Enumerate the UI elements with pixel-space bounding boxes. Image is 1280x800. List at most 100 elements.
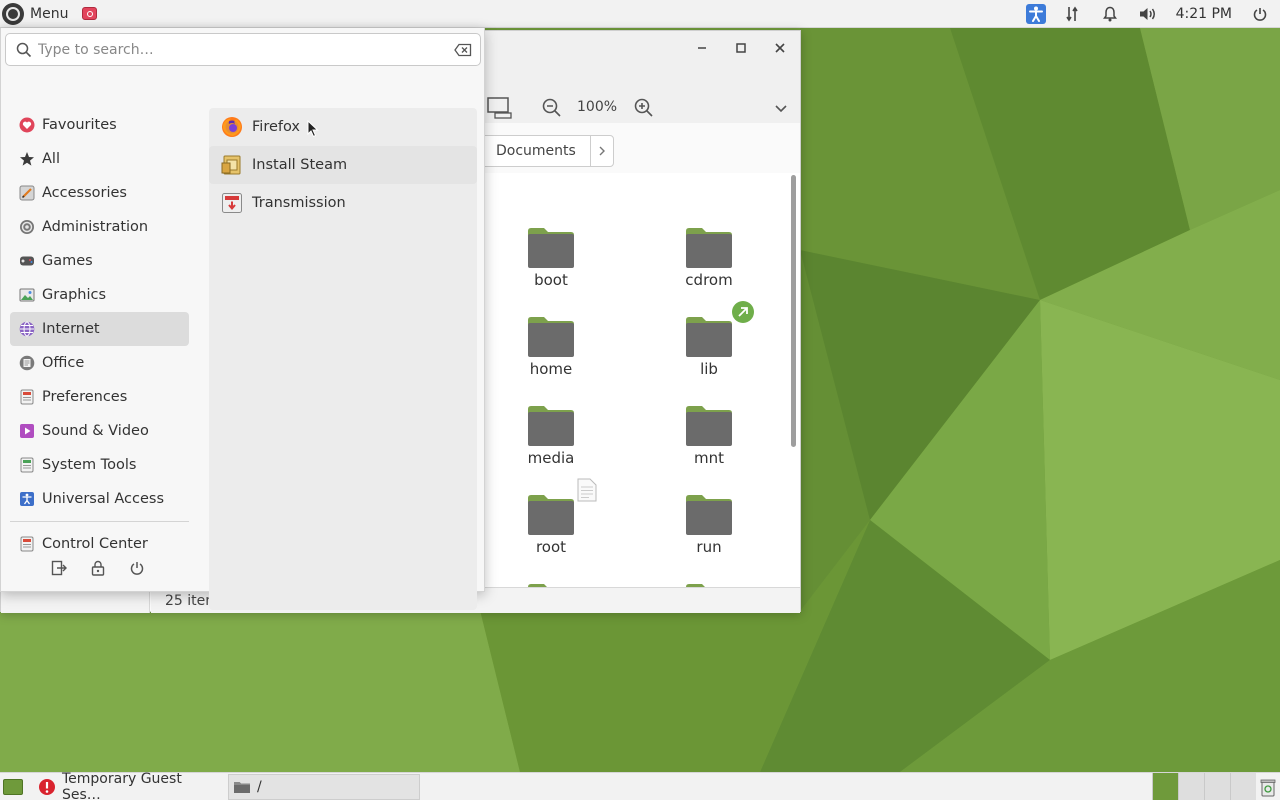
zoom-out-icon[interactable] (541, 97, 563, 119)
network-indicator-icon[interactable] (1062, 0, 1082, 28)
scrollbar[interactable] (790, 175, 798, 585)
zoom-in-icon[interactable] (633, 97, 655, 119)
category-administration[interactable]: Administration (10, 210, 189, 244)
folder-root[interactable]: root (491, 478, 611, 556)
universal-access-icon (19, 491, 35, 507)
folder-icon (491, 403, 611, 447)
category-label: Office (42, 355, 85, 371)
chevron-down-icon[interactable] (771, 99, 791, 117)
volume-icon[interactable] (1138, 0, 1158, 28)
system-tools-icon (19, 457, 35, 473)
accessibility-indicator-icon[interactable] (1025, 4, 1046, 24)
workspace-4[interactable] (1230, 773, 1256, 800)
clear-search-icon[interactable] (454, 43, 472, 57)
folder-label: media (527, 449, 575, 467)
symlink-emblem-icon (731, 300, 755, 328)
folder-boot[interactable]: boot (491, 225, 611, 289)
menu-button[interactable]: Menu (0, 0, 72, 28)
folder-label: run (696, 538, 722, 556)
control-center-icon (19, 536, 35, 552)
office-icon (19, 355, 35, 371)
logout-icon[interactable] (49, 558, 69, 578)
category-games[interactable]: Games (10, 244, 189, 278)
firefox-icon (221, 116, 243, 138)
menu-label: Menu (30, 5, 69, 22)
folder-home[interactable]: home (491, 314, 611, 378)
workspace-3[interactable] (1204, 773, 1230, 800)
category-internet[interactable]: Internet (10, 312, 189, 346)
folder-label: mnt (694, 449, 724, 467)
graphics-icon (19, 287, 35, 303)
folder-icon (649, 492, 769, 536)
search-box[interactable] (5, 33, 481, 66)
power-icon[interactable] (127, 558, 147, 578)
internet-icon (19, 321, 35, 337)
app-label: Install Steam (252, 157, 348, 173)
category-sound-video[interactable]: Sound & Video (10, 414, 189, 448)
folder-media[interactable]: media (491, 403, 611, 467)
system-tray: 4:21 PM (1025, 0, 1280, 28)
taskbar-item-label: Temporary Guest Ses… (62, 771, 182, 800)
folder-label: cdrom (685, 271, 733, 289)
panel-launcher-icon[interactable] (82, 7, 98, 20)
folder-cdrom[interactable]: cdrom (649, 225, 769, 289)
taskbar-item-file-manager[interactable]: / (228, 774, 420, 800)
folder-icon (491, 314, 611, 358)
category-label: Accessories (42, 185, 127, 201)
show-desktop-icon[interactable] (3, 779, 23, 795)
document-emblem-icon (577, 478, 597, 506)
app-firefox[interactable]: Firefox (209, 108, 477, 146)
search-input[interactable] (38, 41, 454, 58)
close-button[interactable] (769, 37, 791, 59)
application-menu: Favourites All Accessories Administration Ga… (0, 28, 485, 610)
taskbar-item-guest-session[interactable]: Temporary Guest Ses… (32, 771, 225, 800)
clock[interactable]: 4:21 PM (1176, 0, 1232, 28)
path-segment-documents[interactable]: Documents (481, 135, 590, 167)
folder-mnt[interactable]: mnt (649, 403, 769, 467)
category-label: Administration (42, 219, 149, 235)
category-office[interactable]: Office (10, 346, 189, 380)
application-list: Firefox Install Steam Transmission (209, 108, 477, 610)
category-accessories[interactable]: Accessories (10, 176, 189, 210)
category-label: Games (42, 253, 93, 269)
category-all[interactable]: All (10, 142, 189, 176)
category-control-center[interactable]: Control Center (10, 527, 189, 561)
alert-icon (39, 779, 55, 795)
trash-icon[interactable] (1258, 777, 1278, 797)
folder-icon (491, 225, 611, 269)
app-install-steam[interactable]: Install Steam (209, 146, 477, 184)
folder-icon (649, 225, 769, 269)
workspace-2[interactable] (1178, 773, 1204, 800)
search-icon (16, 42, 32, 57)
folder-icon (649, 403, 769, 447)
app-transmission[interactable]: Transmission (209, 184, 477, 222)
minimize-button[interactable] (691, 37, 713, 59)
bottom-panel: Temporary Guest Ses… / (0, 771, 1280, 800)
category-graphics[interactable]: Graphics (10, 278, 189, 312)
sound-video-icon (19, 423, 35, 439)
shutdown-icon[interactable] (1250, 0, 1270, 28)
category-preferences[interactable]: Preferences (10, 380, 189, 414)
category-universal-access[interactable]: Universal Access (10, 482, 189, 516)
workspace-1[interactable] (1152, 773, 1178, 800)
category-separator (10, 521, 189, 522)
workspace-switcher (1152, 773, 1256, 800)
heart-icon (19, 117, 35, 133)
path-forward-button[interactable] (589, 135, 614, 167)
app-label: Transmission (252, 195, 346, 211)
notification-bell-icon[interactable] (1100, 0, 1120, 28)
icon-view-toggle-icon[interactable] (487, 97, 513, 119)
folder-lib[interactable]: lib (649, 301, 769, 378)
ubuntu-mate-logo-icon (2, 2, 24, 25)
category-favourites[interactable]: Favourites (10, 108, 189, 142)
lock-icon[interactable] (88, 558, 108, 578)
preferences-icon (19, 389, 35, 405)
app-label: Firefox (252, 119, 300, 135)
administration-icon (19, 219, 35, 235)
folder-run[interactable]: run (649, 492, 769, 556)
category-label: Preferences (42, 389, 128, 405)
maximize-button[interactable] (730, 37, 752, 59)
category-list: Favourites All Accessories Administration Ga… (10, 108, 189, 561)
top-panel: Menu 4:21 PM (0, 0, 1280, 28)
category-system-tools[interactable]: System Tools (10, 448, 189, 482)
